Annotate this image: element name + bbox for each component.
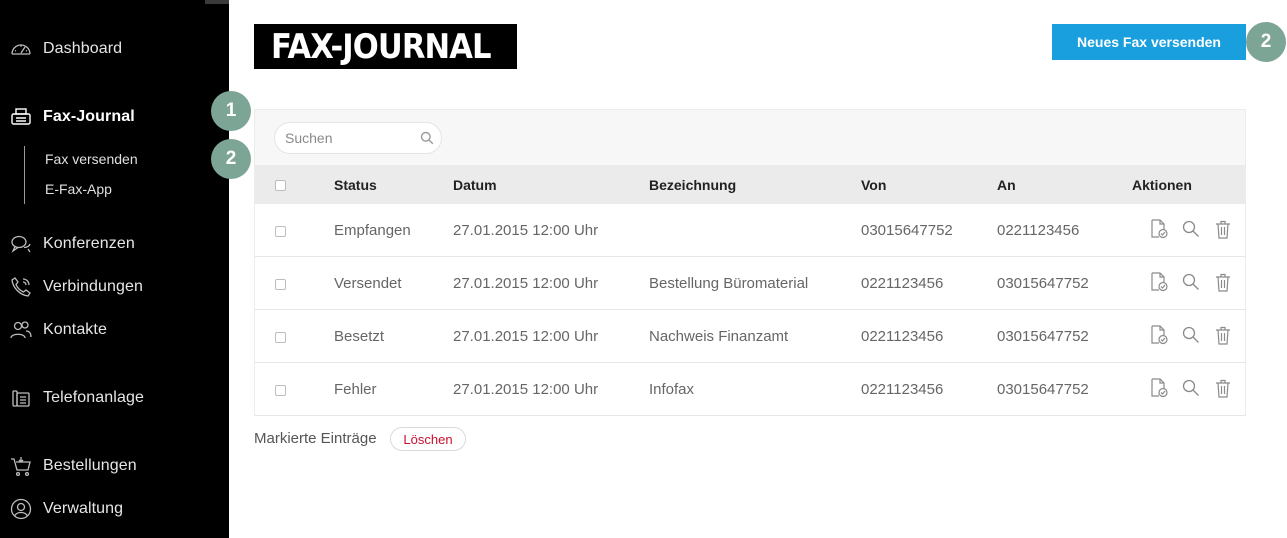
marked-entries-label: Markierte Einträge <box>254 430 377 447</box>
trash-icon[interactable] <box>1212 324 1234 346</box>
step-badge: 2 <box>1246 22 1286 62</box>
sidebar-item-label: Kontakte <box>43 321 107 338</box>
column-header-bezeichnung[interactable]: Bezeichnung <box>649 177 736 193</box>
sidebar-item-fax-journal[interactable]: Fax-Journal <box>0 99 229 135</box>
search-icon[interactable] <box>1180 324 1202 346</box>
row-checkbox[interactable] <box>275 385 286 396</box>
sidebar-item-bestellungen[interactable]: Bestellungen <box>0 448 229 484</box>
sidebar: Dashboard Fax-Journal Fax versenden E-Fa… <box>0 0 229 538</box>
table-row: Empfangen 27.01.2015 12:00 Uhr 030156477… <box>255 204 1245 257</box>
phone-icon <box>8 274 34 300</box>
document-check-icon[interactable] <box>1148 324 1170 346</box>
sidebar-item-label: Dashboard <box>43 40 123 57</box>
user-circle-icon <box>8 496 34 522</box>
step-badge: 1 <box>211 91 251 131</box>
delete-button[interactable]: Löschen <box>390 427 466 451</box>
cell-status: Versendet <box>334 275 402 292</box>
sidebar-item-verwaltung[interactable]: Verwaltung <box>0 491 229 527</box>
trash-icon[interactable] <box>1212 271 1234 293</box>
cell-datum: 27.01.2015 12:00 Uhr <box>453 275 599 292</box>
sidebar-item-label: Telefonanlage <box>43 389 144 406</box>
sidebar-item-label: Konferenzen <box>43 235 135 252</box>
table-row: Versendet 27.01.2015 12:00 Uhr Bestellun… <box>255 257 1245 310</box>
search-icon[interactable] <box>1180 218 1202 240</box>
step-badge: 2 <box>211 139 251 179</box>
trash-icon[interactable] <box>1212 377 1234 399</box>
cell-an: 03015647752 <box>997 381 1089 398</box>
sidebar-item-dashboard[interactable]: Dashboard <box>0 31 229 67</box>
fax-icon <box>8 104 34 130</box>
page-title: FAX-JOURNAL <box>254 24 517 69</box>
search-box[interactable] <box>274 122 442 154</box>
document-check-icon[interactable] <box>1148 377 1170 399</box>
cell-status: Empfangen <box>334 222 411 239</box>
table-row: Fehler 27.01.2015 12:00 Uhr Infofax 0221… <box>255 363 1245 416</box>
column-header-datum[interactable]: Datum <box>453 177 497 193</box>
search-icon[interactable] <box>1180 271 1202 293</box>
search-input[interactable] <box>285 129 415 147</box>
cell-datum: 27.01.2015 12:00 Uhr <box>453 381 599 398</box>
cell-datum: 27.01.2015 12:00 Uhr <box>453 328 599 345</box>
sidebar-top-tab <box>205 0 229 4</box>
cell-an: 0221123456 <box>997 222 1080 239</box>
page-title-text: FAX-JOURNAL <box>271 26 491 67</box>
search-icon[interactable] <box>1180 377 1202 399</box>
cell-von: 03015647752 <box>861 222 953 239</box>
cell-datum: 27.01.2015 12:00 Uhr <box>453 222 599 239</box>
row-checkbox[interactable] <box>275 226 286 237</box>
trash-icon[interactable] <box>1212 218 1234 240</box>
document-check-icon[interactable] <box>1148 271 1170 293</box>
fax-journal-panel: Status Datum Bezeichnung Von An Aktionen… <box>254 109 1246 416</box>
document-check-icon[interactable] <box>1148 218 1170 240</box>
chat-bubbles-icon <box>8 231 34 257</box>
cell-bezeichnung: Nachweis Finanzamt <box>649 328 789 345</box>
row-checkbox[interactable] <box>275 332 286 343</box>
phone-system-icon <box>8 385 34 411</box>
sidebar-item-telefonanlage[interactable]: Telefonanlage <box>0 380 229 416</box>
column-header-status[interactable]: Status <box>334 177 377 193</box>
column-header-aktionen: Aktionen <box>1132 177 1192 193</box>
sidebar-item-label: Verbindungen <box>43 278 143 295</box>
new-fax-button[interactable]: Neues Fax versenden <box>1052 24 1246 60</box>
contacts-icon <box>8 317 34 343</box>
sidebar-subitem-fax-versenden[interactable]: Fax versenden <box>45 151 138 167</box>
sidebar-item-label: Fax-Journal <box>43 108 135 125</box>
select-all-checkbox[interactable] <box>275 180 286 191</box>
cell-von: 0221123456 <box>861 381 944 398</box>
cell-status: Besetzt <box>334 328 385 345</box>
column-header-an[interactable]: An <box>997 177 1016 193</box>
sidebar-item-verbindungen[interactable]: Verbindungen <box>0 269 229 305</box>
cell-von: 0221123456 <box>861 275 944 292</box>
cell-bezeichnung: Infofax <box>649 381 695 398</box>
speedometer-icon <box>8 36 34 62</box>
search-bar <box>255 110 1245 165</box>
cell-an: 03015647752 <box>997 328 1089 345</box>
sidebar-item-konferenzen[interactable]: Konferenzen <box>0 226 229 262</box>
sidebar-subitem-e-fax-app[interactable]: E-Fax-App <box>45 181 112 197</box>
sidebar-item-kontakte[interactable]: Kontakte <box>0 312 229 348</box>
sidebar-item-label: Verwaltung <box>43 500 124 517</box>
cell-status: Fehler <box>334 381 377 398</box>
table-row: Besetzt 27.01.2015 12:00 Uhr Nachweis Fi… <box>255 310 1245 363</box>
search-icon[interactable] <box>420 131 434 150</box>
cart-icon <box>8 453 34 479</box>
cell-an: 03015647752 <box>997 275 1089 292</box>
row-checkbox[interactable] <box>275 279 286 290</box>
column-header-von[interactable]: Von <box>861 177 886 193</box>
sidebar-item-label: Bestellungen <box>43 457 137 474</box>
cell-von: 0221123456 <box>861 328 944 345</box>
submenu-line <box>24 146 25 204</box>
table-header: Status Datum Bezeichnung Von An Aktionen <box>255 165 1245 204</box>
cell-bezeichnung: Bestellung Büromaterial <box>649 275 809 292</box>
